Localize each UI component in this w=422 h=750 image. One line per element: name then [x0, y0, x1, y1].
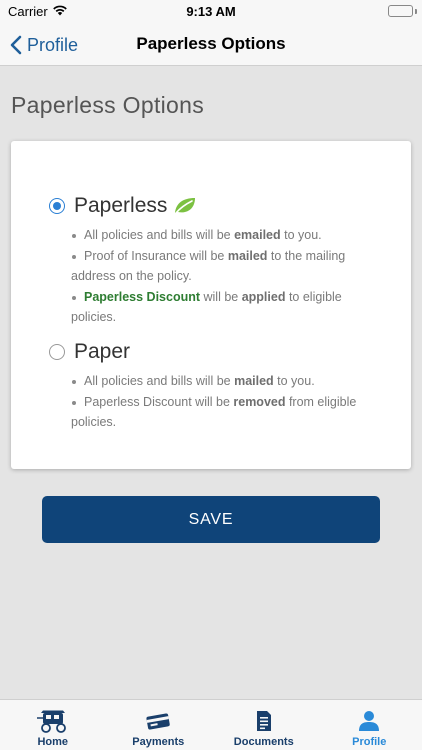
stagecoach-icon [36, 709, 70, 733]
page-title: Paperless Options [11, 92, 205, 118]
credit-card-icon [145, 709, 171, 733]
tab-profile[interactable]: Profile [317, 700, 422, 750]
bullet-dot [72, 380, 76, 384]
nav-title: Paperless Options [136, 34, 286, 53]
battery-tip [415, 9, 417, 14]
bullet-text: to you. [280, 228, 322, 242]
paperless-label: Paperless [74, 194, 168, 217]
leaf-icon [173, 197, 197, 215]
paper-radio[interactable] [49, 344, 65, 360]
bullet-emphasis: applied [241, 289, 286, 304]
bullet-text: Proof of Insurance will be [84, 248, 228, 263]
list-item: All policies and bills will be mailed to… [49, 371, 389, 392]
list-item: Paperless Discount will be removed from … [49, 392, 389, 433]
bullet-text: to you. [273, 374, 315, 388]
bullet-emphasis: mailed [234, 374, 274, 388]
paperless-discount-text: Paperless Discount [84, 289, 201, 304]
paper-label: Paper [74, 340, 131, 363]
tab-label: Home [37, 736, 69, 748]
tab-bar: Home Payments Documents Profile [0, 699, 422, 750]
bullet-dot [72, 400, 76, 405]
paperless-radio[interactable] [49, 198, 65, 214]
clock: 9:13 AM [186, 4, 236, 19]
paperless-option: Paperless All policies and bills will be… [49, 191, 389, 328]
bullet-emphasis: emailed [234, 228, 281, 242]
options-card: Paperless All policies and bills will be… [11, 141, 411, 469]
save-button[interactable]: SAVE [42, 496, 380, 543]
nav-bar: Profile Paperless Options [0, 24, 422, 66]
tab-documents[interactable]: Documents [211, 700, 317, 750]
paperless-option-header[interactable]: Paperless [49, 191, 389, 221]
bullet-emphasis: removed [233, 394, 286, 409]
tab-home[interactable]: Home [0, 700, 106, 750]
tab-payments[interactable]: Payments [106, 700, 212, 750]
paper-bullet-list: All policies and bills will be mailed to… [49, 371, 389, 433]
tab-label: Payments [132, 736, 185, 748]
bullet-dot [72, 254, 76, 259]
bullet-dot [72, 295, 76, 300]
tab-label: Profile [352, 736, 387, 748]
paperless-bullet-list: All policies and bills will be emailed t… [49, 225, 389, 328]
list-item: Proof of Insurance will be mailed to the… [49, 246, 389, 287]
bullet-text: Paperless Discount will be [84, 394, 234, 409]
bullet-text: will be [200, 289, 242, 304]
battery-icon [388, 5, 413, 17]
document-icon [255, 709, 273, 733]
list-item: All policies and bills will be emailed t… [49, 225, 389, 246]
status-bar: Carrier 9:13 AM [0, 0, 422, 24]
bullet-emphasis: mailed [227, 248, 268, 263]
bullet-text: All policies and bills will be [84, 228, 235, 242]
paper-option: Paper All policies and bills will be mai… [49, 337, 389, 433]
tab-label: Documents [233, 736, 294, 748]
paper-option-header[interactable]: Paper [49, 337, 389, 367]
person-icon [358, 709, 380, 733]
bullet-text: All policies and bills will be [84, 374, 235, 388]
bullet-dot [72, 234, 76, 238]
list-item: Paperless Discount will be applied to el… [49, 287, 389, 328]
